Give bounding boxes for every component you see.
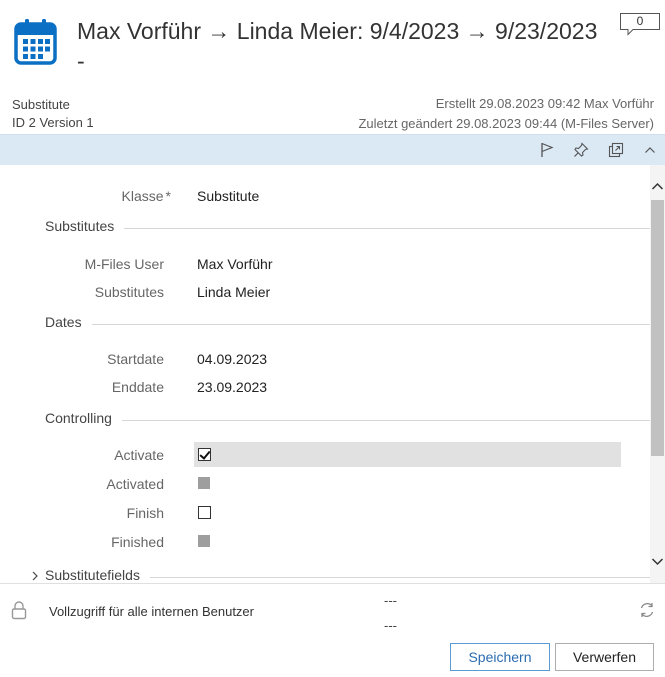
created-text: Erstellt 29.08.2023 09:42 Max Vorführ xyxy=(435,96,654,111)
id-version-text: ID 2 Version 1 xyxy=(12,115,94,130)
lock-icon[interactable] xyxy=(11,600,27,620)
property-finish[interactable]: Finish xyxy=(0,499,650,527)
properties-scrollbar[interactable] xyxy=(650,165,665,583)
property-enddate[interactable]: Enddate 23.09.2023 xyxy=(0,373,650,401)
property-finished[interactable]: Finished xyxy=(0,528,650,556)
section-title: Dates xyxy=(45,314,92,330)
activated-indicator xyxy=(198,477,210,489)
section-substitutefields[interactable]: Substitutefields xyxy=(0,566,650,583)
class-value: Substitute xyxy=(197,188,260,204)
state-placeholder[interactable]: --- xyxy=(384,618,397,633)
workflow-placeholder[interactable]: --- xyxy=(384,593,397,608)
property-mfiles-user[interactable]: M-Files User Max Vorführ xyxy=(0,250,650,278)
refresh-icon[interactable] xyxy=(638,601,656,619)
permissions-text[interactable]: Vollzugriff für alle internen Benutzer xyxy=(49,604,254,619)
section-title: Substitutefields xyxy=(45,567,150,583)
save-button[interactable]: Speichern xyxy=(450,643,550,671)
chevron-right-icon[interactable] xyxy=(30,569,40,583)
property-label: M-Files User xyxy=(84,256,164,272)
section-title: Controlling xyxy=(45,410,122,426)
pop-out-icon[interactable] xyxy=(607,141,625,159)
property-label: Enddate xyxy=(111,379,164,395)
property-class[interactable]: Klasse * Substitute xyxy=(0,182,650,210)
enddate-value: 23.09.2023 xyxy=(197,379,268,395)
section-divider xyxy=(45,228,650,229)
property-label: Activate xyxy=(114,447,164,463)
object-info: Substitute ID 2 Version 1 xyxy=(12,96,94,132)
properties-panel: Klasse * Substitute Substitutes M-Files U… xyxy=(0,165,650,583)
activate-checkbox[interactable] xyxy=(198,448,211,461)
flag-icon[interactable] xyxy=(538,141,556,159)
comment-count: 0 xyxy=(636,14,644,28)
comments-button[interactable]: 0 xyxy=(619,12,661,36)
section-divider xyxy=(45,324,650,325)
property-label: Startdate xyxy=(107,351,164,367)
property-label: Substitutes xyxy=(94,284,164,300)
property-label: Klasse * xyxy=(122,188,171,204)
section-controlling: Controlling xyxy=(0,409,650,431)
property-startdate[interactable]: Startdate 04.09.2023 xyxy=(0,345,650,373)
object-class-text: Substitute xyxy=(12,97,70,112)
scroll-up-icon[interactable] xyxy=(650,179,665,193)
property-label: Finish xyxy=(126,505,164,521)
finished-indicator xyxy=(198,535,210,547)
metadata-header: Max Vorführ → Linda Meier: 9/4/2023 → 9/… xyxy=(0,0,665,136)
section-divider xyxy=(45,420,650,421)
finish-checkbox[interactable] xyxy=(198,506,211,519)
property-activated[interactable]: Activated xyxy=(0,470,650,498)
property-activate[interactable]: Activate xyxy=(0,441,650,469)
scroll-thumb[interactable] xyxy=(651,200,664,456)
metadata-footer: Vollzugriff für alle internen Benutzer -… xyxy=(0,583,665,677)
calendar-icon xyxy=(14,18,57,65)
scroll-down-icon[interactable] xyxy=(650,555,665,569)
class-label: Klasse xyxy=(121,188,164,204)
property-substitutes[interactable]: Substitutes Linda Meier xyxy=(0,278,650,306)
discard-button[interactable]: Verwerfen xyxy=(555,643,654,671)
metadata-toolbar xyxy=(0,134,665,165)
startdate-value: 04.09.2023 xyxy=(197,351,268,367)
substitutes-value: Linda Meier xyxy=(197,284,271,300)
required-mark: * xyxy=(165,188,171,204)
modified-text: Zuletzt geändert 29.08.2023 09:44 (M-Fil… xyxy=(358,116,654,131)
pin-icon[interactable] xyxy=(572,141,590,159)
section-substitutes: Substitutes xyxy=(0,217,650,239)
collapse-chevron-icon[interactable] xyxy=(641,141,659,159)
property-label: Activated xyxy=(106,476,164,492)
object-title: Max Vorführ → Linda Meier: 9/4/2023 → 9/… xyxy=(77,18,598,74)
mfiles-user-value: Max Vorführ xyxy=(197,256,273,272)
section-dates: Dates xyxy=(0,313,650,335)
object-history: Erstellt 29.08.2023 09:42 Max Vorführ Zu… xyxy=(358,94,654,134)
section-title: Substitutes xyxy=(45,218,125,234)
property-label: Finished xyxy=(111,534,164,550)
row-highlight xyxy=(194,442,621,467)
